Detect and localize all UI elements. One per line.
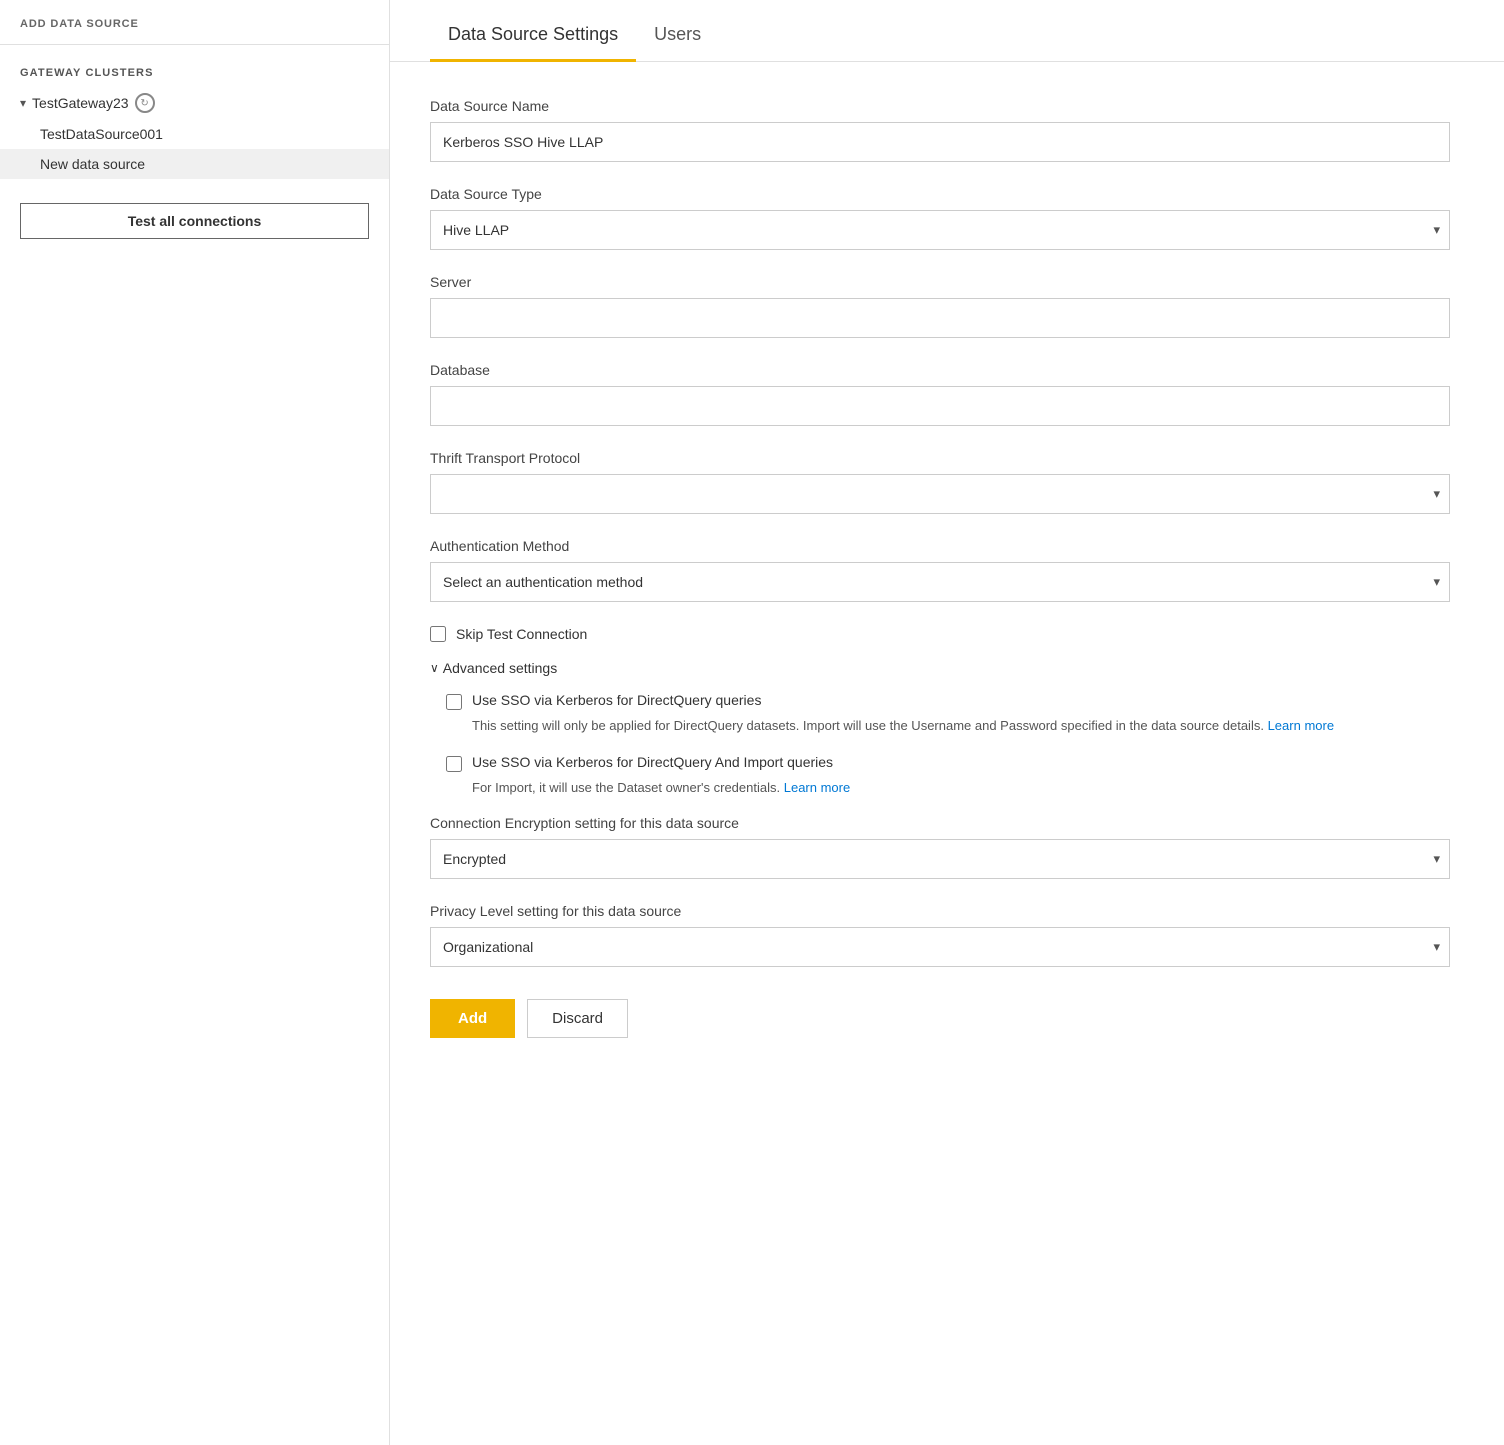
thrift-wrapper: ▾ xyxy=(430,474,1450,514)
datasource-type-wrapper: Hive LLAP ▾ xyxy=(430,210,1450,250)
sso-import-option: Use SSO via Kerberos for DirectQuery And… xyxy=(446,754,1450,798)
datasource-name-group: Data Source Name xyxy=(430,98,1450,162)
privacy-select[interactable]: OrganizationalPrivatePublicNone xyxy=(430,927,1450,967)
database-group: Database xyxy=(430,362,1450,426)
advanced-settings-content: Use SSO via Kerberos for DirectQuery que… xyxy=(430,692,1450,797)
gateway-status-icon: ↻ xyxy=(135,93,155,113)
gateway-row[interactable]: ▾ TestGateway23 ↻ xyxy=(0,87,389,119)
sso-import-checkbox[interactable] xyxy=(446,756,462,772)
auth-method-select[interactable]: Select an authentication method xyxy=(430,562,1450,602)
sidebar-header: ADD DATA SOURCE xyxy=(0,18,389,45)
chevron-down-icon: ▾ xyxy=(20,96,26,110)
thrift-group: Thrift Transport Protocol ▾ xyxy=(430,450,1450,514)
encryption-group: Connection Encryption setting for this d… xyxy=(430,815,1450,879)
database-label: Database xyxy=(430,362,1450,378)
sso-import-desc: For Import, it will use the Dataset owne… xyxy=(446,778,1450,798)
sso-directquery-desc: This setting will only be applied for Di… xyxy=(446,716,1450,736)
sso-directquery-row: Use SSO via Kerberos for DirectQuery que… xyxy=(446,692,1450,710)
gateway-name: TestGateway23 xyxy=(32,95,129,111)
auth-method-wrapper: Select an authentication method ▾ xyxy=(430,562,1450,602)
sso-import-row: Use SSO via Kerberos for DirectQuery And… xyxy=(446,754,1450,772)
main-content: Data Source Settings Users Data Source N… xyxy=(390,0,1504,1445)
datasource-item-1[interactable]: New data source xyxy=(0,149,389,179)
server-group: Server xyxy=(430,274,1450,338)
sso-directquery-label[interactable]: Use SSO via Kerberos for DirectQuery que… xyxy=(472,692,761,708)
tab-data-source-settings[interactable]: Data Source Settings xyxy=(430,0,636,62)
sso-directquery-option: Use SSO via Kerberos for DirectQuery que… xyxy=(446,692,1450,736)
tab-users[interactable]: Users xyxy=(636,0,719,62)
advanced-settings-label: Advanced settings xyxy=(443,660,557,676)
add-button[interactable]: Add xyxy=(430,999,515,1038)
server-label: Server xyxy=(430,274,1450,290)
test-all-connections-button[interactable]: Test all connections xyxy=(20,203,369,239)
encryption-label: Connection Encryption setting for this d… xyxy=(430,815,1450,831)
encryption-select[interactable]: EncryptedNot Encrypted xyxy=(430,839,1450,879)
datasource-name-input[interactable] xyxy=(430,122,1450,162)
privacy-wrapper: OrganizationalPrivatePublicNone ▾ xyxy=(430,927,1450,967)
datasource-name-label: Data Source Name xyxy=(430,98,1450,114)
sso-directquery-checkbox[interactable] xyxy=(446,694,462,710)
tabs-bar: Data Source Settings Users xyxy=(390,0,1504,62)
skip-test-row: Skip Test Connection xyxy=(430,626,1450,642)
skip-test-label[interactable]: Skip Test Connection xyxy=(456,626,587,642)
thrift-label: Thrift Transport Protocol xyxy=(430,450,1450,466)
datasource-type-group: Data Source Type Hive LLAP ▾ xyxy=(430,186,1450,250)
skip-test-checkbox[interactable] xyxy=(430,626,446,642)
datasource-type-select[interactable]: Hive LLAP xyxy=(430,210,1450,250)
sso-import-learn-more-link[interactable]: Learn more xyxy=(784,780,850,795)
privacy-group: Privacy Level setting for this data sour… xyxy=(430,903,1450,967)
advanced-chevron-icon: ∨ xyxy=(430,661,439,675)
privacy-label: Privacy Level setting for this data sour… xyxy=(430,903,1450,919)
sso-import-label[interactable]: Use SSO via Kerberos for DirectQuery And… xyxy=(472,754,833,770)
sso-directquery-learn-more-link[interactable]: Learn more xyxy=(1268,718,1334,733)
advanced-settings-toggle[interactable]: ∨ Advanced settings xyxy=(430,660,1450,676)
encryption-wrapper: EncryptedNot Encrypted ▾ xyxy=(430,839,1450,879)
datasource-type-label: Data Source Type xyxy=(430,186,1450,202)
server-input[interactable] xyxy=(430,298,1450,338)
auth-method-label: Authentication Method xyxy=(430,538,1450,554)
auth-method-group: Authentication Method Select an authenti… xyxy=(430,538,1450,602)
thrift-select[interactable] xyxy=(430,474,1450,514)
datasource-item-0[interactable]: TestDataSource001 xyxy=(0,119,389,149)
gateway-clusters-label: GATEWAY CLUSTERS xyxy=(0,45,389,87)
sidebar: ADD DATA SOURCE GATEWAY CLUSTERS ▾ TestG… xyxy=(0,0,390,1445)
action-buttons: Add Discard xyxy=(430,999,1450,1038)
form-area: Data Source Name Data Source Type Hive L… xyxy=(390,62,1490,1098)
discard-button[interactable]: Discard xyxy=(527,999,628,1038)
database-input[interactable] xyxy=(430,386,1450,426)
